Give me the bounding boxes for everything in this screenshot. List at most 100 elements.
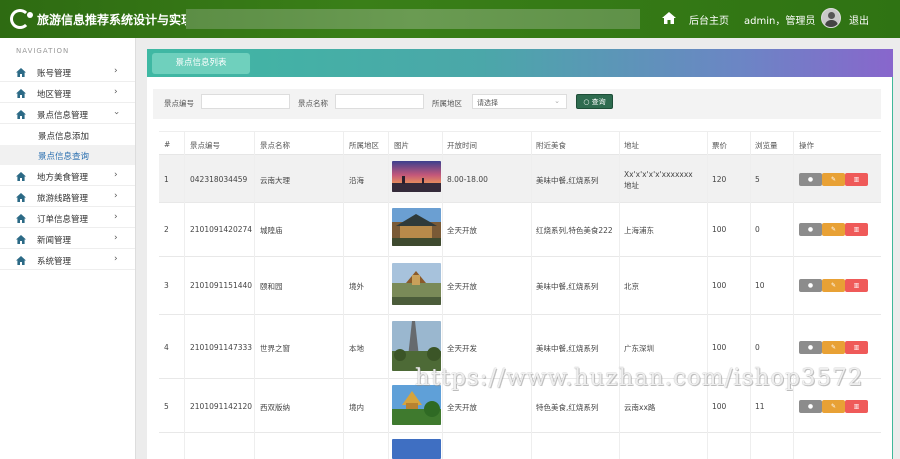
sidebar-item-label: 账号管理 xyxy=(37,69,72,79)
sidebar-item-label: 景点信息管理 xyxy=(37,111,89,121)
column-divider xyxy=(531,131,532,459)
sidebar-item-food[interactable]: 地方美食管理 › xyxy=(0,166,135,186)
row-actions: ● ✎ ▥ xyxy=(799,173,869,186)
chevron-down-icon: ⌄ xyxy=(554,97,560,105)
view-button[interactable]: ● xyxy=(799,400,822,413)
cell-address: 广东深圳 xyxy=(624,344,654,353)
avatar[interactable] xyxy=(821,8,841,28)
header-index: # xyxy=(164,140,171,149)
row-actions: ● ✎ ▥ xyxy=(799,279,869,292)
pencil-icon: ✎ xyxy=(830,344,837,351)
search-button[interactable]: ○ 查询 xyxy=(576,94,613,109)
edit-button[interactable]: ✎ xyxy=(822,223,845,236)
cell-address: 云南xx路 xyxy=(624,403,656,412)
cell-name: 颐和园 xyxy=(260,282,283,291)
column-divider xyxy=(442,131,443,459)
sidebar-item-label: 新闻管理 xyxy=(37,236,72,246)
chevron-down-icon: › xyxy=(110,111,121,115)
sidebar-item-label: 地区管理 xyxy=(37,90,72,100)
edit-button[interactable]: ✎ xyxy=(822,341,845,354)
cell-food: 红烧系列,特色美食222 xyxy=(536,226,613,235)
edit-button[interactable]: ✎ xyxy=(822,400,845,413)
sidebar-item-label: 景点信息添加 xyxy=(38,132,90,142)
cell-food: 特色美食,红烧系列 xyxy=(536,403,599,412)
attraction-image xyxy=(392,321,441,371)
sidebar-item-routes[interactable]: 旅游线路管理 › xyxy=(0,187,135,207)
name-input[interactable] xyxy=(335,94,424,109)
delete-button[interactable]: ▥ xyxy=(845,279,868,292)
region-select[interactable]: 请选择 ⌄ xyxy=(472,94,567,109)
table-row xyxy=(159,433,881,459)
home-icon[interactable] xyxy=(662,12,676,24)
cell-address: 上海浦东 xyxy=(624,226,654,235)
table-row: 1 042318034459 云南大理 沿海 8.00-18.00 美味中餐,红… xyxy=(159,155,881,203)
sidebar-subitem-query-attraction[interactable]: 景点信息查询 xyxy=(0,145,135,165)
sidebar-item-region[interactable]: 地区管理 › xyxy=(0,83,135,103)
sidebar-item-orders[interactable]: 订单信息管理 › xyxy=(0,208,135,228)
cell-open-time: 全天开放 xyxy=(447,403,477,412)
column-divider xyxy=(254,131,255,459)
sidebar: NAVIGATION 账号管理 › 地区管理 › 景点信息管理 › 景点信息添加… xyxy=(0,38,136,459)
home-icon xyxy=(16,172,26,181)
region-label: 所属地区 xyxy=(432,99,462,108)
logout-link[interactable]: 退出 xyxy=(849,12,869,27)
edit-button[interactable]: ✎ xyxy=(822,279,845,292)
header-actions: 操作 xyxy=(799,141,814,150)
delete-button[interactable]: ▥ xyxy=(845,400,868,413)
cell-views: 10 xyxy=(755,281,765,290)
cell-region: 境外 xyxy=(349,282,364,291)
cell-code: 2101091147333 xyxy=(190,343,253,352)
cell-index: 5 xyxy=(164,402,169,411)
cell-index: 1 xyxy=(164,175,169,184)
view-button[interactable]: ● xyxy=(799,173,822,186)
cell-index: 4 xyxy=(164,343,169,352)
header-address: 地址 xyxy=(624,141,639,150)
watermark: https://www.huzhan.com/ishop3572 xyxy=(415,365,864,391)
view-button[interactable]: ● xyxy=(799,223,822,236)
current-user: admin，管理员 xyxy=(744,16,816,27)
trash-icon: ▥ xyxy=(853,226,860,233)
sidebar-item-system[interactable]: 系统管理 › xyxy=(0,250,135,270)
view-button[interactable]: ● xyxy=(799,341,822,354)
nav-caption: NAVIGATION xyxy=(16,47,70,55)
code-input[interactable] xyxy=(201,94,290,109)
cell-price: 120 xyxy=(712,175,727,184)
cell-price: 100 xyxy=(712,281,727,290)
edit-button[interactable]: ✎ xyxy=(822,173,845,186)
sidebar-item-label: 订单信息管理 xyxy=(37,215,89,225)
delete-button[interactable]: ▥ xyxy=(845,341,868,354)
info-icon: ● xyxy=(807,226,814,233)
admin-home-link[interactable]: 后台主页 xyxy=(689,12,729,27)
search-icon: ○ xyxy=(583,98,592,106)
sidebar-item-attractions[interactable]: 景点信息管理 › xyxy=(0,104,135,124)
delete-button[interactable]: ▥ xyxy=(845,173,868,186)
trash-icon: ▥ xyxy=(853,403,860,410)
sidebar-subitem-add-attraction[interactable]: 景点信息添加 xyxy=(0,125,135,145)
pencil-icon: ✎ xyxy=(830,176,837,183)
sidebar-item-label: 地方美食管理 xyxy=(37,173,89,183)
cell-index: 2 xyxy=(164,225,169,234)
sidebar-item-account[interactable]: 账号管理 › xyxy=(0,62,135,82)
cell-name: 云南大理 xyxy=(260,176,290,185)
home-icon xyxy=(16,110,26,119)
app-title: 旅游信息推荐系统设计与实现 xyxy=(37,13,194,27)
name-label: 景点名称 xyxy=(298,99,328,108)
delete-button[interactable]: ▥ xyxy=(845,223,868,236)
column-divider xyxy=(707,131,708,459)
cell-open-time: 8.00-18.00 xyxy=(447,175,488,184)
cell-index: 3 xyxy=(164,281,169,290)
cell-address: 北京 xyxy=(624,282,639,291)
tab-attraction-list[interactable]: 景点信息列表 xyxy=(152,53,250,74)
cell-open-time: 全天开放 xyxy=(447,282,477,291)
info-icon: ● xyxy=(807,176,814,183)
trash-icon: ▥ xyxy=(853,176,860,183)
sidebar-item-label: 系统管理 xyxy=(37,257,72,267)
view-button[interactable]: ● xyxy=(799,279,822,292)
sidebar-item-news[interactable]: 新闻管理 › xyxy=(0,229,135,249)
column-divider xyxy=(619,131,620,459)
header-views: 浏览量 xyxy=(755,141,778,150)
table-row: 3 2101091151440 颐和园 境外 全天开放 美味中餐,红烧系列 北京… xyxy=(159,257,881,315)
attraction-image xyxy=(392,263,441,305)
cell-food: 美味中餐,红烧系列 xyxy=(536,344,599,353)
cell-name: 城隍庙 xyxy=(260,226,283,235)
